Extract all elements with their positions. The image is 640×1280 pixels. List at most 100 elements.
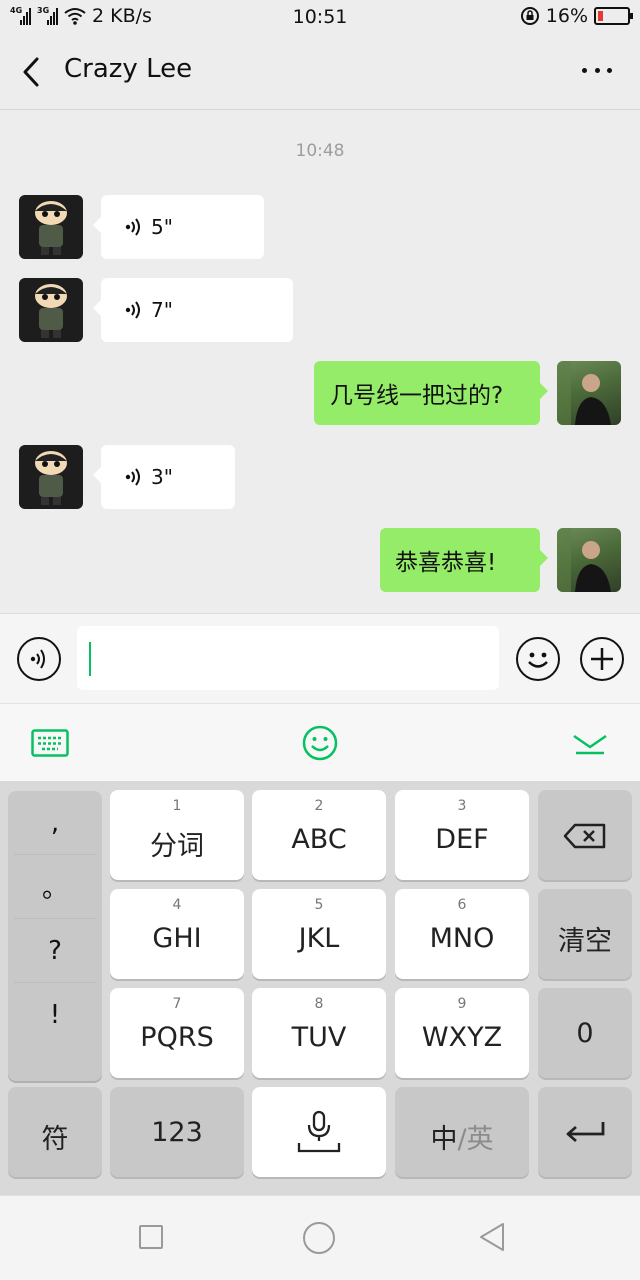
voice-icon [125, 301, 140, 319]
lang-primary: 中 [430, 1124, 458, 1155]
voice-message[interactable]: 5" [93, 195, 264, 259]
message-row: 恭喜恭喜! [0, 528, 640, 592]
key-label: TUV [291, 1022, 347, 1053]
key-label: WXYZ [421, 1022, 503, 1053]
key-number: 5 [314, 897, 324, 913]
numbers-key[interactable]: 123 [110, 1087, 244, 1177]
key-number: 3 [457, 798, 467, 814]
key-label: 0 [576, 1018, 594, 1049]
key-3[interactable]: 3 DEF [395, 790, 529, 880]
language-toggle-key[interactable]: 中/英 [395, 1087, 529, 1177]
backspace-key[interactable] [538, 790, 632, 880]
key-label: MNO [429, 923, 495, 954]
key-7[interactable]: 7 PQRS [110, 988, 244, 1078]
key-8[interactable]: 8 TUV [252, 988, 386, 1078]
key-label: JKL [298, 923, 340, 954]
keyboard-toolbar [0, 703, 640, 781]
avatar[interactable] [19, 445, 83, 509]
punct-key[interactable]: 。 [14, 855, 96, 919]
page-title: Crazy Lee [64, 54, 193, 84]
message-row: 3" [19, 445, 259, 509]
more-functions-button[interactable] [580, 637, 624, 681]
symbol-key[interactable]: 符 [8, 1087, 102, 1177]
text-message[interactable]: 恭喜恭喜! [380, 528, 548, 592]
key-2[interactable]: 2 ABC [252, 790, 386, 880]
message-input[interactable] [77, 626, 499, 690]
key-number: 2 [314, 798, 324, 814]
plus-icon [591, 648, 613, 670]
key-4[interactable]: 4 GHI [110, 889, 244, 979]
rotation-lock-icon [520, 7, 539, 25]
key-label: PQRS [140, 1022, 214, 1053]
status-bar: 4G 3G 2 KB/s 10:51 16% [0, 0, 640, 34]
message-row: 几号线一把过的? [0, 361, 640, 425]
more-icon[interactable] [582, 64, 612, 76]
chat-header: Crazy Lee [0, 34, 640, 110]
key-number: 4 [172, 897, 182, 913]
emoji-icon [528, 652, 548, 668]
avatar[interactable] [557, 361, 621, 425]
clear-key[interactable]: 清空 [538, 889, 632, 979]
punct-key[interactable]: ? [14, 919, 96, 983]
voice-duration: 5" [151, 215, 173, 239]
keyboard-icon[interactable] [31, 729, 69, 757]
voice-duration: 3" [151, 465, 173, 489]
punct-key[interactable]: ! [14, 983, 96, 1047]
chat-area[interactable]: 10:48 5" 7" 几号线一把过的? 3" 恭喜恭喜! [0, 111, 640, 613]
punctuation-column[interactable]: , 。 ? ! [8, 791, 102, 1081]
back-icon[interactable] [20, 56, 44, 88]
key-5[interactable]: 5 JKL [252, 889, 386, 979]
text-message[interactable]: 几号线一把过的? [314, 361, 548, 425]
key-1[interactable]: 1 分词 [110, 790, 244, 880]
message-row: 7" [19, 278, 319, 342]
punct-key[interactable]: , [14, 791, 96, 855]
voice-icon [30, 649, 45, 669]
backspace-icon [563, 823, 606, 849]
message-timestamp: 10:48 [295, 141, 345, 161]
home-button[interactable] [303, 1222, 335, 1254]
emoji-icon[interactable] [302, 725, 338, 761]
key-number: 6 [457, 897, 467, 913]
voice-input-button[interactable] [17, 637, 61, 681]
key-0[interactable]: 0 [538, 988, 632, 1078]
avatar[interactable] [557, 528, 621, 592]
voice-duration: 7" [151, 298, 173, 322]
battery-percent: 16% [545, 5, 588, 27]
recents-button[interactable] [139, 1225, 163, 1249]
avatar[interactable] [19, 195, 83, 259]
key-label: 分词 [150, 831, 204, 862]
emoji-button[interactable] [516, 637, 560, 681]
collapse-icon[interactable] [572, 730, 608, 756]
key-number: 7 [172, 996, 182, 1012]
key-6[interactable]: 6 MNO [395, 889, 529, 979]
space-mic-key[interactable] [252, 1087, 386, 1177]
key-label: 中/英 [395, 1117, 529, 1156]
key-9[interactable]: 9 WXYZ [395, 988, 529, 1078]
message-text: 恭喜恭喜! [395, 550, 497, 576]
text-caret [89, 642, 91, 676]
mic-icon [297, 1110, 341, 1153]
input-bar [0, 613, 640, 703]
keyboard: , 。 ? ! 1 分词 2 ABC 3 DEF 4 GHI 5 JKL 6 M… [0, 781, 640, 1195]
key-label: ABC [291, 824, 347, 855]
voice-message[interactable]: 3" [93, 445, 235, 509]
key-number: 9 [457, 996, 467, 1012]
key-label: 符 [41, 1124, 69, 1155]
battery-icon [594, 7, 633, 25]
key-label: 清空 [558, 926, 612, 957]
nav-back-icon[interactable] [478, 1222, 506, 1252]
enter-icon [566, 1122, 605, 1143]
voice-icon [125, 218, 140, 236]
key-label: 123 [151, 1117, 203, 1148]
key-label: DEF [435, 824, 489, 855]
voice-icon [125, 468, 140, 486]
lang-secondary: /英 [457, 1124, 494, 1155]
key-number: 1 [172, 798, 182, 814]
key-number: 8 [314, 996, 324, 1012]
system-nav-bar [0, 1195, 640, 1280]
message-text: 几号线一把过的? [330, 383, 504, 409]
key-label: GHI [152, 923, 202, 954]
avatar[interactable] [19, 278, 83, 342]
voice-message[interactable]: 7" [93, 278, 293, 342]
enter-key[interactable] [538, 1087, 632, 1177]
